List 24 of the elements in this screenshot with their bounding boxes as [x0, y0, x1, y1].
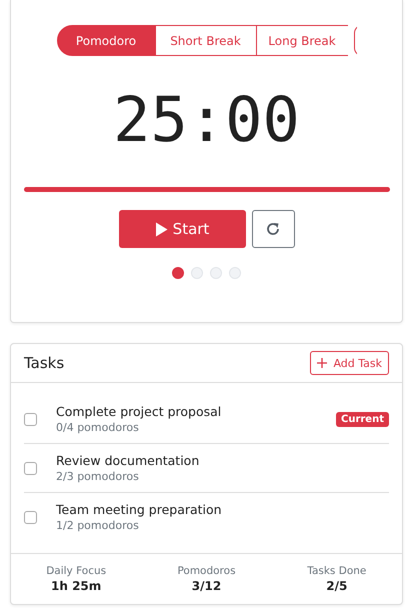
task-checkbox[interactable]	[24, 462, 37, 474]
task-name: Team meeting preparation	[56, 502, 223, 517]
stat-label: Daily Focus	[46, 565, 106, 577]
timer-display: 25:00	[113, 84, 300, 156]
plus-icon	[317, 358, 328, 368]
mode-tab[interactable]: Long Break	[256, 25, 348, 56]
stat-value: 3/12	[192, 579, 222, 593]
reset-icon	[265, 221, 281, 237]
current-badge: Current	[336, 412, 389, 426]
task-name: Review documentation	[56, 453, 200, 468]
stat-value: 1h 25m	[51, 579, 102, 593]
task-checkbox[interactable]	[24, 510, 37, 524]
task-name: Complete project proposal	[56, 404, 222, 419]
start-button[interactable]: Start	[118, 210, 246, 248]
stat-label: Tasks Done	[307, 565, 366, 577]
mode-tab[interactable]: Pomodoro	[56, 25, 156, 56]
add-task-button[interactable]: Add Task	[310, 351, 389, 375]
stat-label: Pomodoros	[177, 565, 236, 577]
mode-tab[interactable]: Short Break	[154, 25, 256, 56]
tasks-title: Tasks	[24, 354, 64, 372]
task-checkbox[interactable]	[24, 412, 37, 426]
stat-value: 2/5	[326, 579, 348, 593]
reset-button[interactable]	[252, 210, 294, 248]
play-icon	[154, 222, 168, 236]
